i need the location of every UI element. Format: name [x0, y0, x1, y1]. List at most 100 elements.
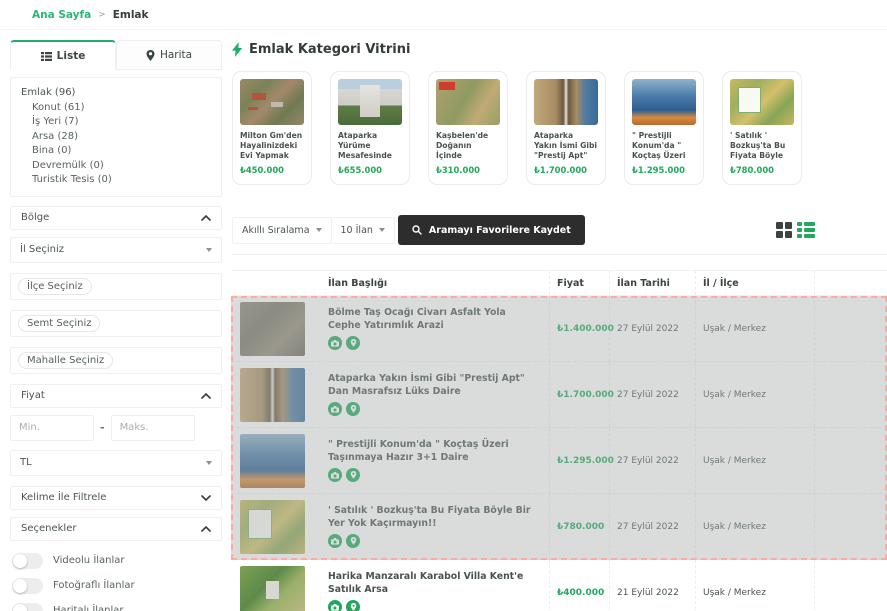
showcase-cards: Milton Gm'den Hayalinizdeki Evi Yapmak ₺…	[232, 71, 887, 185]
gutter-cell	[815, 428, 887, 493]
showcase-card[interactable]: Ataparka Yakın İsmi Gibi "Prestij Apt" ₺…	[526, 71, 606, 185]
chevron-down-icon	[201, 495, 211, 501]
header-date: İlan Tarihi	[610, 271, 696, 295]
location-badge-icon	[346, 336, 360, 350]
lightning-bolt-icon	[232, 42, 243, 57]
location-badge-icon	[346, 468, 360, 482]
listing-photo	[632, 79, 696, 125]
toggle-switch[interactable]	[12, 603, 43, 611]
listing-photo	[338, 79, 402, 125]
view-toggle-icons	[776, 222, 815, 239]
count-select[interactable]: 10 İlan	[332, 217, 395, 244]
breadcrumb-current: Emlak	[113, 9, 149, 21]
listing-location: Uşak / Merkez	[703, 522, 766, 532]
listing-badges	[328, 402, 360, 416]
max-price-input[interactable]	[111, 415, 195, 441]
showcase-card[interactable]: " Prestijli Konum'da " Koçtaş Üzeri ₺1.2…	[624, 71, 704, 185]
card-price: ₺1.700.000	[534, 165, 598, 175]
photo-badge-icon	[328, 600, 342, 611]
listing-title: Harika Manzaralı Karabol Villa Kent'e Sa…	[328, 571, 543, 596]
card-title: Ataparka Yakın İsmi Gibi "Prestij Apt"	[534, 131, 598, 161]
listing-title: Ataparka Yakın İsmi Gibi "Prestij Apt" D…	[328, 373, 543, 398]
section-fiyat[interactable]: Fiyat	[10, 384, 222, 408]
breadcrumb-home-link[interactable]: Ana Sayfa	[32, 9, 91, 21]
category-is-yeri[interactable]: İş Yeri (7)	[21, 115, 211, 130]
showcase-card[interactable]: ' Satılık ' Bozkuş'ta Bu Fiyata Böyle ₺7…	[722, 71, 802, 185]
date-cell: 27 Eylül 2022	[610, 362, 696, 427]
category-devremulk[interactable]: Devremülk (0)	[21, 159, 211, 174]
listing-date: 27 Eylül 2022	[617, 324, 679, 334]
mahalle-select[interactable]: Mahalle Seçiniz	[10, 347, 222, 374]
magnifier-icon	[412, 225, 422, 235]
tab-harita[interactable]: Harita	[116, 40, 222, 70]
listing-thumbnail	[240, 302, 305, 356]
listing-row[interactable]: Harika Manzaralı Karabol Villa Kent'e Sa…	[232, 560, 887, 611]
listing-title: " Prestijli Konum'da " Koçtaş Üzeri Taşı…	[328, 439, 543, 464]
listing-price: ₺1.700.000	[557, 390, 614, 400]
card-price: ₺1.295.000	[632, 165, 696, 175]
card-title: Kaşbelen'de Doğanın İçinde	[436, 131, 500, 161]
toggle-haritali[interactable]: Haritalı İlanlar	[12, 603, 222, 611]
option-toggles: Videolu İlanlar Fotoğraflı İlanlar Harit…	[10, 553, 222, 611]
showcase-card[interactable]: Ataparka Yürüme Mesafesinde ₺655.000	[330, 71, 410, 185]
semt-select[interactable]: Semt Seçiniz	[10, 310, 222, 337]
section-secenekler[interactable]: Seçenekler	[10, 517, 222, 541]
category-list: Emlak (96) Konut (61) İş Yeri (7) Arsa (…	[10, 77, 222, 197]
showcase-card[interactable]: Milton Gm'den Hayalinizdeki Evi Yapmak ₺…	[232, 71, 312, 185]
chevron-down-icon	[316, 228, 322, 232]
sort-select-value: Akıllı Sıralama	[242, 225, 310, 236]
card-price: ₺310.000	[436, 165, 500, 175]
toggle-switch[interactable]	[12, 553, 43, 569]
section-bolge[interactable]: Bölge	[10, 206, 222, 230]
listing-price: ₺1.295.000	[557, 456, 614, 466]
sort-select[interactable]: Akıllı Sıralama	[232, 217, 332, 244]
price-cell: ₺780.000	[550, 494, 610, 559]
listing-badges	[328, 468, 360, 482]
semt-select-value: Semt Seçiniz	[18, 315, 100, 332]
listing-thumbnail	[240, 566, 305, 611]
toggle-videolu[interactable]: Videolu İlanlar	[12, 553, 222, 569]
tab-harita-label: Harita	[160, 49, 192, 61]
toggle-switch[interactable]	[12, 578, 43, 594]
listing-location: Uşak / Merkez	[703, 324, 766, 334]
price-cell: ₺1.295.000	[550, 428, 610, 493]
list-view-icon[interactable]	[797, 222, 815, 239]
listing-row[interactable]: Ataparka Yakın İsmi Gibi "Prestij Apt" D…	[232, 362, 887, 428]
section-kelime[interactable]: Kelime İle Filtrele	[10, 486, 222, 510]
category-konut[interactable]: Konut (61)	[21, 101, 211, 116]
listing-price: ₺780.000	[557, 522, 604, 532]
ilce-select[interactable]: İlçe Seçiniz	[10, 273, 222, 300]
category-turistik[interactable]: Turistik Tesis (0)	[21, 173, 211, 188]
title-cell: " Prestijli Konum'da " Koçtaş Üzeri Taşı…	[328, 428, 550, 493]
category-bina[interactable]: Bina (0)	[21, 144, 211, 159]
listing-price: ₺400.000	[557, 588, 604, 598]
category-emlak[interactable]: Emlak (96)	[21, 86, 211, 101]
chevron-down-icon	[206, 248, 212, 252]
section-kelime-label: Kelime İle Filtrele	[21, 492, 106, 503]
listing-thumbnail	[240, 500, 305, 554]
il-select[interactable]: İl Seçiniz	[10, 237, 222, 263]
list-icon	[41, 52, 52, 61]
min-price-input[interactable]	[10, 415, 94, 441]
listing-date: 21 Eylül 2022	[617, 588, 679, 598]
toggle-fotografli[interactable]: Fotoğraflı İlanlar	[12, 578, 222, 594]
chevron-down-icon	[206, 461, 212, 465]
header-location: İl / İlçe	[696, 271, 815, 295]
page-layout: Liste Harita Emlak (96) Konut (61) İş Ye…	[0, 30, 887, 611]
card-price: ₺655.000	[338, 165, 402, 175]
tab-liste[interactable]: Liste	[10, 40, 116, 70]
listing-row[interactable]: Bölme Taş Ocağı Civarı Asfalt Yola Cephe…	[232, 296, 887, 362]
range-separator: -	[100, 421, 105, 434]
showcase-card[interactable]: Kaşbelen'de Doğanın İçinde ₺310.000	[428, 71, 508, 185]
chevron-up-icon	[201, 215, 211, 221]
listing-row[interactable]: ' Satılık ' Bozkuş'ta Bu Fiyata Böyle Bi…	[232, 494, 887, 560]
section-secenekler-label: Seçenekler	[21, 523, 76, 534]
currency-select[interactable]: TL	[10, 450, 222, 476]
grid-view-icon[interactable]	[776, 222, 793, 239]
save-search-button[interactable]: Aramayı Favorilere Kaydet	[398, 215, 585, 245]
chevron-up-icon	[201, 393, 211, 399]
card-title: " Prestijli Konum'da " Koçtaş Üzeri	[632, 131, 696, 161]
category-arsa[interactable]: Arsa (28)	[21, 130, 211, 145]
mahalle-select-value: Mahalle Seçiniz	[18, 352, 113, 369]
listing-row[interactable]: " Prestijli Konum'da " Koçtaş Üzeri Taşı…	[232, 428, 887, 494]
